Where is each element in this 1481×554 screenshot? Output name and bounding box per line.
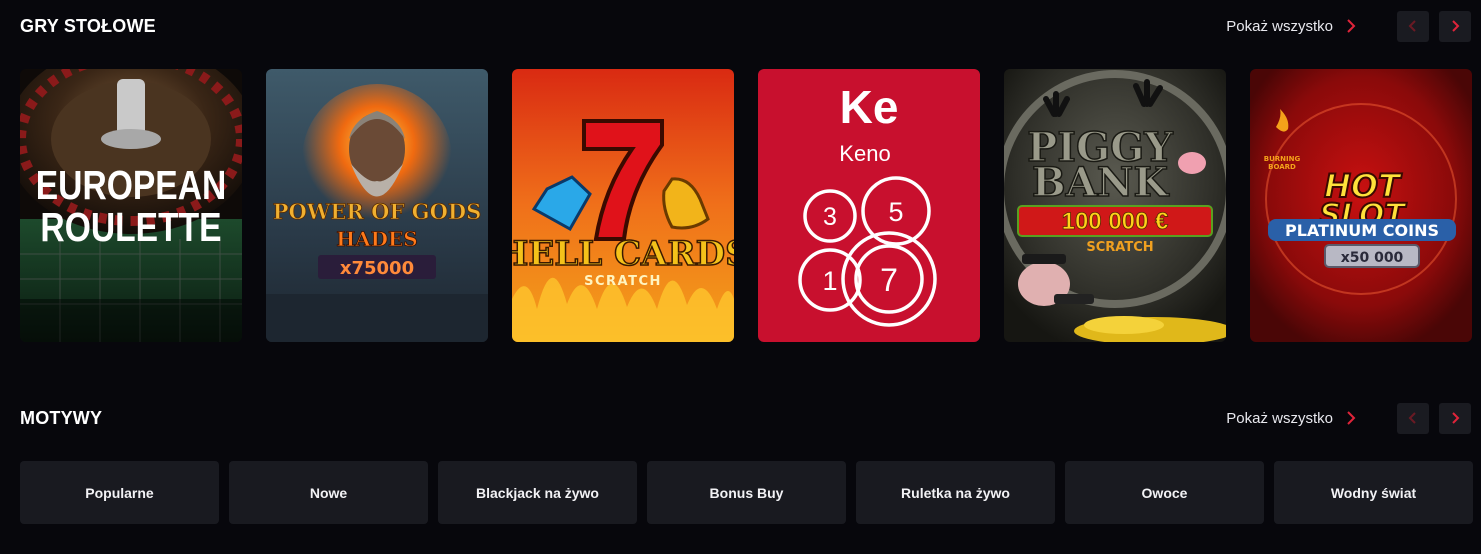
art-text: 5: [888, 197, 903, 227]
art-text: SCRATCH: [1086, 240, 1153, 255]
chevron-right-icon: [1452, 20, 1460, 32]
table-games-controls: Pokaż wszystko: [1226, 10, 1471, 42]
themes-next-button[interactable]: [1439, 402, 1471, 434]
art-text: EUROPEAN: [36, 162, 227, 208]
themes-list: Popularne Nowe Blackjack na żywo Bonus B…: [20, 461, 1473, 524]
themes-header: MOTYWY Pokaż wszystko: [20, 402, 1471, 434]
themes-prev-button[interactable]: [1397, 402, 1429, 434]
art-text: Ke: [840, 81, 899, 133]
art-text: x75000: [340, 258, 414, 279]
table-games-prev-button[interactable]: [1397, 10, 1429, 42]
theme-blackjack-na-zywo[interactable]: Blackjack na żywo: [438, 461, 637, 524]
art-text: HADES: [336, 227, 417, 251]
table-games-carousel: EUROPEAN ROULETTE POWER OF GODS HADES x7…: [20, 69, 1472, 342]
art-text: BURNING: [1264, 155, 1301, 163]
chevron-right-icon: [1452, 412, 1460, 424]
chevron-left-icon: [1408, 412, 1416, 424]
art-text: x50 000: [1341, 250, 1404, 266]
theme-nowe[interactable]: Nowe: [229, 461, 428, 524]
art-text: SCRATCH: [584, 274, 662, 289]
art-text: HELL CARDS: [512, 234, 734, 274]
show-all-label: Pokaż wszystko: [1226, 17, 1333, 35]
table-games-title: GRY STOŁOWE: [20, 15, 156, 36]
art-text: POWER OF GODS: [273, 199, 482, 224]
table-games-show-all-link[interactable]: Pokaż wszystko: [1226, 18, 1359, 35]
art-text: BANK: [1032, 159, 1169, 206]
theme-ruletka-na-zywo[interactable]: Ruletka na żywo: [856, 461, 1055, 524]
power-of-gods-thumbnail: POWER OF GODS HADES x75000: [266, 69, 488, 342]
hell-cards-thumbnail: HELL CARDS SCRATCH: [512, 69, 734, 342]
art-text: ROULETTE: [40, 204, 221, 250]
art-text: BOARD: [1268, 163, 1296, 171]
game-tile-hell-cards-scratch[interactable]: HELL CARDS SCRATCH: [512, 69, 734, 342]
theme-bonus-buy[interactable]: Bonus Buy: [647, 461, 846, 524]
hot-slot-thumbnail: BURNING BOARD HOT SLOT PLATINUM COINS x5…: [1250, 69, 1472, 342]
show-all-label: Pokaż wszystko: [1226, 409, 1333, 427]
european-roulette-thumbnail: EUROPEAN ROULETTE: [20, 69, 242, 342]
piggy-bank-thumbnail: PIGGY BANK 100 000 € SCRATCH: [1004, 69, 1226, 342]
art-text: PLATINUM COINS: [1285, 221, 1439, 240]
theme-wodny-swiat[interactable]: Wodny świat: [1274, 461, 1473, 524]
art-text: 100 000 €: [1062, 208, 1169, 235]
chevron-right-icon: [1347, 19, 1356, 33]
chevron-left-icon: [1408, 20, 1416, 32]
game-tile-european-roulette[interactable]: EUROPEAN ROULETTE: [20, 69, 242, 342]
table-games-next-button[interactable]: [1439, 10, 1471, 42]
art-text: 7: [880, 262, 898, 298]
art-text: 3: [823, 203, 837, 231]
themes-show-all-link[interactable]: Pokaż wszystko: [1226, 410, 1359, 427]
art-text: 1: [822, 266, 837, 296]
theme-owoce[interactable]: Owoce: [1065, 461, 1264, 524]
game-tile-keno[interactable]: Ke Keno 3 5 1 7: [758, 69, 980, 342]
themes-title: MOTYWY: [20, 407, 103, 428]
keno-thumbnail: Ke Keno 3 5 1 7: [758, 69, 980, 342]
game-tile-power-of-gods-hades[interactable]: POWER OF GODS HADES x75000: [266, 69, 488, 342]
theme-popularne[interactable]: Popularne: [20, 461, 219, 524]
art-text: Keno: [839, 141, 890, 166]
table-games-header: GRY STOŁOWE Pokaż wszystko: [20, 10, 1471, 42]
themes-controls: Pokaż wszystko: [1226, 402, 1471, 434]
chevron-right-icon: [1347, 411, 1356, 425]
game-tile-piggy-bank-scratch[interactable]: PIGGY BANK 100 000 € SCRATCH: [1004, 69, 1226, 342]
game-tile-hot-slot-platinum-coins[interactable]: BURNING BOARD HOT SLOT PLATINUM COINS x5…: [1250, 69, 1472, 342]
